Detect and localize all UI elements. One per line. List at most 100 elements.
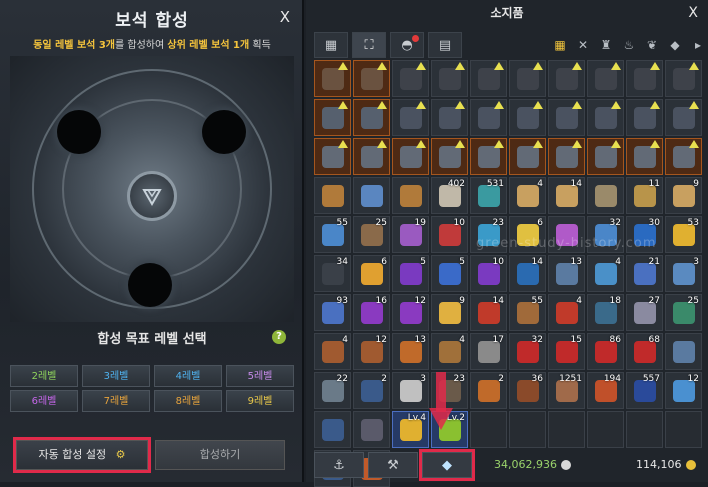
inventory-item[interactable]: 1251	[548, 372, 585, 409]
level-4-button[interactable]: 4레벨	[154, 365, 222, 387]
tab-bag-icon[interactable]: ⛶	[352, 32, 386, 58]
inventory-item[interactable]	[431, 60, 468, 97]
inventory-item[interactable]	[626, 60, 663, 97]
empty-slot[interactable]	[470, 411, 507, 448]
level-9-button[interactable]: 9레벨	[226, 390, 294, 412]
inventory-item[interactable]: 13	[548, 255, 585, 292]
bottom-gem-synthesis-button[interactable]: ◆	[419, 449, 475, 481]
inventory-item[interactable]	[665, 333, 702, 370]
synthesize-button[interactable]: 합성하기	[155, 440, 285, 470]
inventory-item[interactable]	[353, 99, 390, 136]
inventory-item[interactable]	[470, 138, 507, 175]
bottom-anchor-button[interactable]: ⚓	[314, 452, 364, 478]
inventory-item[interactable]	[548, 138, 585, 175]
inventory-item[interactable]: 2	[470, 372, 507, 409]
inventory-item[interactable]: 557	[626, 372, 663, 409]
level-6-button[interactable]: 6레벨	[10, 390, 78, 412]
inventory-item[interactable]	[353, 138, 390, 175]
inventory-item[interactable]	[392, 60, 429, 97]
inventory-item[interactable]: 5	[431, 255, 468, 292]
inventory-item[interactable]: 14	[548, 177, 585, 214]
inventory-item[interactable]: 53	[665, 216, 702, 253]
gem-slot-3[interactable]	[128, 263, 172, 307]
close-icon[interactable]: X	[280, 8, 290, 26]
inventory-item[interactable]: 32	[509, 333, 546, 370]
level-2-button[interactable]: 2레벨	[10, 365, 78, 387]
inventory-item[interactable]	[353, 411, 390, 448]
inventory-item[interactable]	[665, 138, 702, 175]
inventory-item[interactable]: 9	[431, 294, 468, 331]
inventory-item[interactable]: 12	[392, 294, 429, 331]
filter-weapon-icon[interactable]: ✕	[573, 34, 593, 56]
inventory-item[interactable]	[587, 138, 624, 175]
inventory-item[interactable]: 9	[665, 177, 702, 214]
inventory-item[interactable]: 16	[353, 294, 390, 331]
filter-armor-icon[interactable]: ♜	[596, 34, 616, 56]
level-8-button[interactable]: 8레벨	[154, 390, 222, 412]
inventory-item[interactable]	[665, 99, 702, 136]
filter-potion-icon[interactable]: ♨	[619, 34, 639, 56]
inventory-item[interactable]: 6	[353, 255, 390, 292]
inventory-item[interactable]: 21	[626, 255, 663, 292]
filter-material-icon[interactable]: ❦	[642, 34, 662, 56]
level-5-button[interactable]: 5레벨	[226, 365, 294, 387]
inventory-item[interactable]	[314, 138, 351, 175]
inventory-item[interactable]	[431, 138, 468, 175]
tab-book-icon[interactable]: ▤	[428, 32, 462, 58]
inventory-item[interactable]: 25	[665, 294, 702, 331]
inventory-item[interactable]: 93	[314, 294, 351, 331]
inventory-item[interactable]	[548, 60, 585, 97]
inventory-item[interactable]	[392, 177, 429, 214]
result-gem-slot[interactable]	[127, 171, 177, 221]
inventory-item[interactable]: 4	[431, 333, 468, 370]
inventory-item[interactable]	[470, 99, 507, 136]
inventory-item[interactable]: 10	[431, 216, 468, 253]
inventory-item[interactable]: 402	[431, 177, 468, 214]
close-icon[interactable]: X	[688, 5, 698, 21]
inventory-item[interactable]	[431, 99, 468, 136]
inventory-item[interactable]: 11	[626, 177, 663, 214]
inventory-item[interactable]: 15	[548, 333, 585, 370]
gem-slot-1[interactable]	[57, 110, 101, 154]
inventory-item[interactable]	[626, 99, 663, 136]
inventory-item[interactable]	[587, 60, 624, 97]
bottom-craft-button[interactable]: ⚒	[368, 452, 418, 478]
inventory-item[interactable]: 13	[392, 333, 429, 370]
inventory-item[interactable]: 4	[548, 294, 585, 331]
inventory-item[interactable]: 12	[353, 333, 390, 370]
inventory-item[interactable]: 194	[587, 372, 624, 409]
inventory-item[interactable]	[665, 60, 702, 97]
inventory-item[interactable]	[626, 138, 663, 175]
inventory-item[interactable]: 3	[392, 372, 429, 409]
level-7-button[interactable]: 7레벨	[82, 390, 150, 412]
inventory-item[interactable]: 12	[665, 372, 702, 409]
tab-helmet-icon[interactable]: ◓	[390, 32, 424, 58]
inventory-item[interactable]	[509, 60, 546, 97]
inventory-item[interactable]: 14	[470, 294, 507, 331]
inventory-item[interactable]	[353, 177, 390, 214]
inventory-item[interactable]: 36	[509, 372, 546, 409]
inventory-item[interactable]: 14	[509, 255, 546, 292]
empty-slot[interactable]	[548, 411, 585, 448]
inventory-item[interactable]	[353, 60, 390, 97]
inventory-item[interactable]: 4	[509, 177, 546, 214]
inventory-item[interactable]: 55	[509, 294, 546, 331]
inventory-item[interactable]: 531	[470, 177, 507, 214]
inventory-item[interactable]	[587, 177, 624, 214]
inventory-item[interactable]	[314, 99, 351, 136]
inventory-item[interactable]	[314, 177, 351, 214]
empty-slot[interactable]	[665, 411, 702, 448]
inventory-item[interactable]	[314, 60, 351, 97]
empty-slot[interactable]	[509, 411, 546, 448]
inventory-item[interactable]: 17	[470, 333, 507, 370]
inventory-item[interactable]: 34	[314, 255, 351, 292]
tab-grid-icon[interactable]: ▦	[314, 32, 348, 58]
inventory-item[interactable]	[314, 411, 351, 448]
filter-misc-icon[interactable]: ▸	[688, 34, 708, 56]
inventory-item[interactable]: 10	[470, 255, 507, 292]
inventory-item[interactable]: 4	[314, 333, 351, 370]
inventory-item[interactable]	[548, 99, 585, 136]
inventory-item[interactable]	[470, 60, 507, 97]
inventory-item[interactable]: 55	[314, 216, 351, 253]
empty-slot[interactable]	[626, 411, 663, 448]
